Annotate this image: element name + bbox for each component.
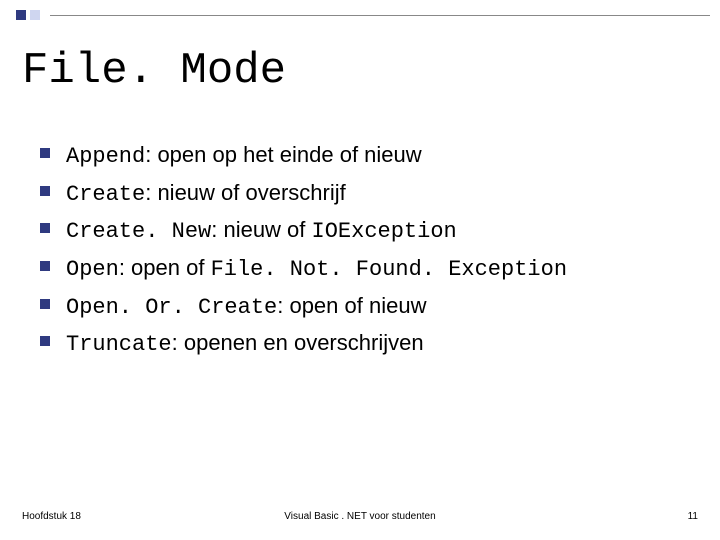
desc: : open of [119, 255, 211, 280]
term: Open [66, 257, 119, 282]
term: Create. New [66, 219, 211, 244]
list-item: Create: nieuw of overschrijf [40, 178, 690, 210]
bullet-icon [40, 299, 50, 309]
bullet-icon [40, 186, 50, 196]
desc: : nieuw of [211, 217, 311, 242]
list-item: Create. New: nieuw of IOException [40, 215, 690, 247]
desc: : open op het einde of nieuw [145, 142, 421, 167]
top-accent [16, 10, 710, 20]
slide-title: File. Mode [22, 46, 286, 96]
footer-center: Visual Basic . NET voor studenten [284, 511, 435, 522]
term: Open. Or. Create [66, 295, 277, 320]
bullet-icon [40, 223, 50, 233]
term: Create [66, 182, 145, 207]
list-item: Append: open op het einde of nieuw [40, 140, 690, 172]
term: Append [66, 144, 145, 169]
bullet-list: Append: open op het einde of nieuw Creat… [40, 140, 690, 366]
bullet-icon [40, 261, 50, 271]
accent-square-dark [16, 10, 26, 20]
list-item: Open. Or. Create: open of nieuw [40, 291, 690, 323]
accent-line [50, 15, 710, 16]
list-item-text: Create. New: nieuw of IOException [66, 215, 457, 247]
desc: : nieuw of overschrijf [145, 180, 346, 205]
desc: : openen en overschrijven [172, 330, 424, 355]
bullet-icon [40, 148, 50, 158]
list-item: Open: open of File. Not. Found. Exceptio… [40, 253, 690, 285]
list-item: Truncate: openen en overschrijven [40, 328, 690, 360]
list-item-text: Open: open of File. Not. Found. Exceptio… [66, 253, 567, 285]
term: Truncate [66, 332, 172, 357]
tail-mono: IOException [312, 219, 457, 244]
bullet-icon [40, 336, 50, 346]
desc: : open of nieuw [277, 293, 426, 318]
footer-page-number: 11 [688, 511, 698, 522]
list-item-text: Append: open op het einde of nieuw [66, 140, 422, 172]
list-item-text: Truncate: openen en overschrijven [66, 328, 424, 360]
tail-mono: File. Not. Found. Exception [211, 257, 567, 282]
accent-square-light [30, 10, 40, 20]
list-item-text: Create: nieuw of overschrijf [66, 178, 346, 210]
list-item-text: Open. Or. Create: open of nieuw [66, 291, 426, 323]
footer-left: Hoofdstuk 18 [22, 511, 81, 522]
